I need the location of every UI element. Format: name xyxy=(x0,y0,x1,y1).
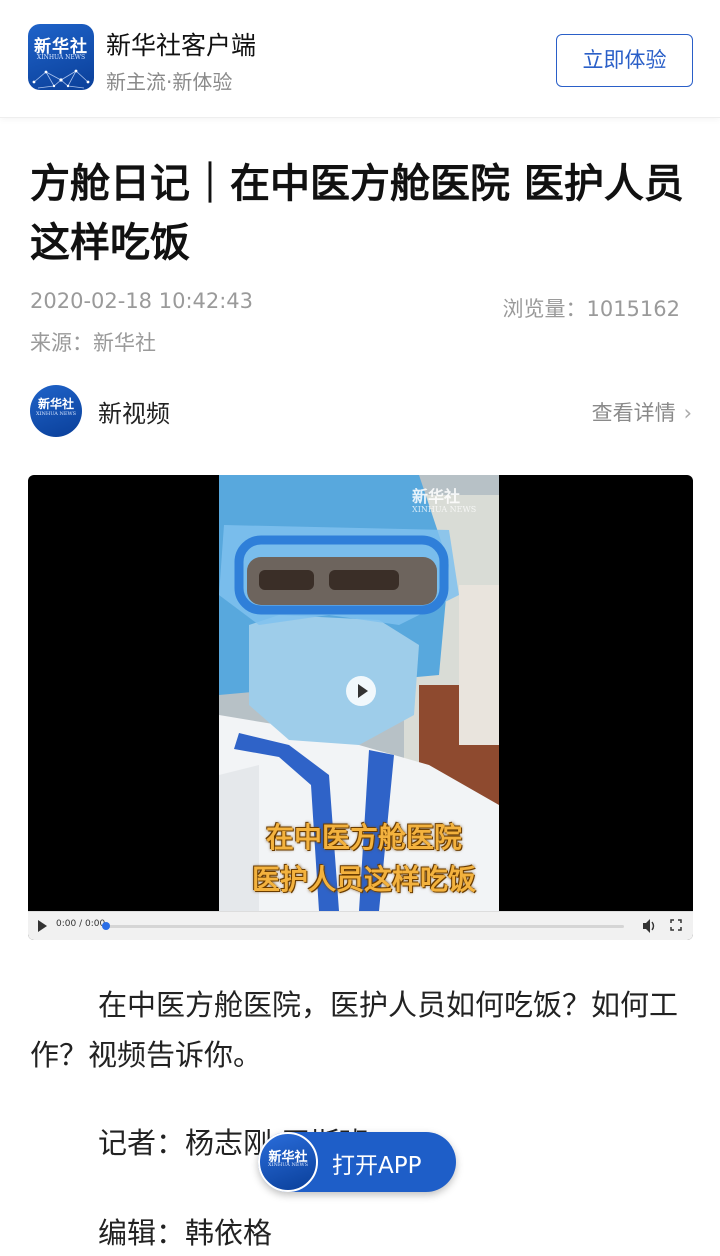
article-paragraph: 在中医方舱医院，医护人员如何吃饭？如何工作？视频告诉你。 xyxy=(30,988,679,1072)
app-name: 新华社客户端 xyxy=(106,31,257,60)
fullscreen-icon[interactable] xyxy=(670,919,682,931)
view-details-label: 查看详情 xyxy=(591,401,676,425)
play-overlay-button[interactable] xyxy=(346,676,376,706)
video-watermark: 新华社 xyxy=(412,487,461,506)
video-caption-line1: 在中医方舱医院 xyxy=(265,821,462,854)
video-watermark-sub: XINHUA NEWS xyxy=(412,505,477,514)
channel-avatar[interactable]: 新华社 XINHUA NEWS xyxy=(30,385,82,437)
network-pattern-icon xyxy=(32,69,90,89)
time-readout: 0:00 / 0:00 xyxy=(56,919,106,929)
try-now-button[interactable]: 立即体验 xyxy=(556,34,693,87)
channel-name[interactable]: 新视频 xyxy=(98,394,170,429)
channel-logo-text: 新华社 xyxy=(37,397,74,411)
channel-logo-subtext: XINHUA NEWS xyxy=(35,411,77,417)
publish-datetime: 2020-02-18 10:42:43 xyxy=(30,289,254,313)
play-icon[interactable] xyxy=(38,920,47,932)
video-controls: 0:00 / 0:00 xyxy=(28,911,693,940)
view-count: 浏览量：1015162 xyxy=(502,297,680,321)
editor-credit: 编辑：韩依格 xyxy=(98,1216,273,1250)
open-app-label: 打开APP xyxy=(332,1153,422,1179)
app-banner: 新华社 XINHUA NEWS 新华社客户端 新主流·新体验 立即体验 xyxy=(0,0,720,118)
app-slogan: 新主流·新体验 xyxy=(106,70,233,94)
xinhua-badge-icon: 新华社 XINHUA NEWS xyxy=(258,1132,318,1192)
volume-icon[interactable] xyxy=(642,918,656,934)
video-caption-line2: 医护人员这样吃饭 xyxy=(251,863,476,896)
video-player[interactable]: 新华社 XINHUA NEWS 在中医方舱医院 医护人员这样吃饭 0:00 / … xyxy=(28,475,693,940)
article-title: 方舱日记｜在中医方舱医院 医护人员这样吃饭 xyxy=(30,161,684,266)
view-details-link[interactable]: 查看详情 › xyxy=(592,397,692,427)
open-app-button[interactable]: 新华社 XINHUA NEWS 打开APP xyxy=(258,1132,456,1192)
progress-bar[interactable] xyxy=(104,925,624,928)
chevron-right-icon: › xyxy=(683,401,692,425)
xinhua-logo-icon: 新华社 XINHUA NEWS xyxy=(28,24,94,90)
open-app-logo-subtext: XINHUA NEWS xyxy=(267,1162,309,1168)
progress-handle[interactable] xyxy=(102,922,110,930)
article-source: 来源：新华社 xyxy=(30,331,156,355)
